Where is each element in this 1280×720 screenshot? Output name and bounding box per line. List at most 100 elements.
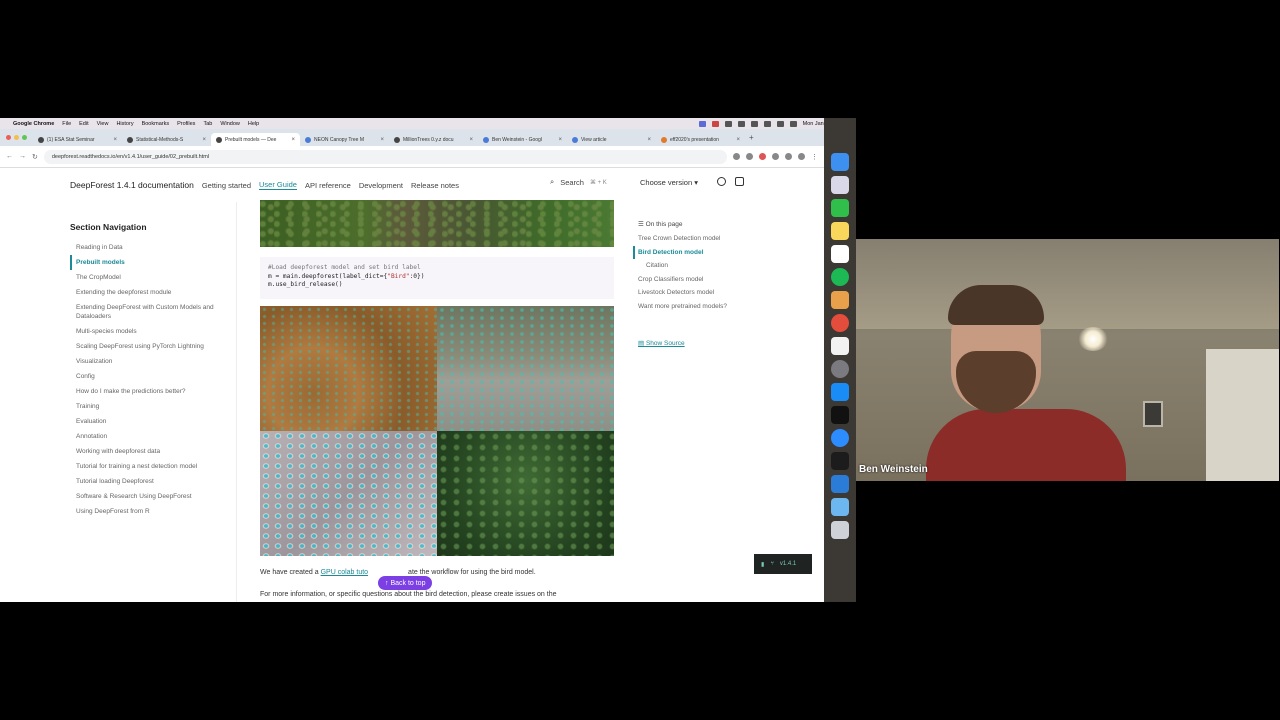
- toc-item[interactable]: Citation: [638, 259, 798, 273]
- browser-tab[interactable]: (1) ESA Stat Seminar ×: [33, 133, 122, 146]
- close-tab-icon[interactable]: ×: [647, 137, 651, 143]
- extension-icon[interactable]: [772, 153, 779, 160]
- menu-history[interactable]: History: [116, 121, 133, 127]
- volume-icon[interactable]: [750, 120, 758, 127]
- back-to-top-button[interactable]: ↑ Back to top: [378, 576, 433, 590]
- minimize-window-icon[interactable]: [14, 135, 19, 140]
- theme-toggle-icon[interactable]: [717, 177, 726, 186]
- photos-icon[interactable]: [831, 291, 849, 309]
- calendar-icon[interactable]: [831, 245, 849, 263]
- menubar-app-name[interactable]: Google Chrome: [13, 121, 54, 127]
- browser-tab[interactable]: NEON Canopy Tree M ×: [300, 133, 389, 146]
- forward-arrow-icon[interactable]: →: [19, 153, 26, 160]
- browser-tab[interactable]: eff2020's presentation ×: [656, 133, 745, 146]
- spotify-icon[interactable]: [831, 268, 849, 286]
- github-desktop-icon[interactable]: [831, 406, 849, 424]
- menu-window[interactable]: Window: [220, 121, 240, 127]
- sidebar-item[interactable]: Scaling DeepForest using PyTorch Lightni…: [70, 339, 230, 354]
- system-settings-icon[interactable]: [831, 360, 849, 378]
- vscode-icon[interactable]: [831, 475, 849, 493]
- toc-item[interactable]: Want more pretrained models?: [638, 300, 798, 314]
- menu-tab[interactable]: Tab: [203, 121, 212, 127]
- reload-icon[interactable]: ↻: [32, 153, 38, 161]
- close-tab-icon[interactable]: ×: [380, 137, 384, 143]
- close-tab-icon[interactable]: ×: [469, 137, 473, 143]
- extension-icon[interactable]: [759, 153, 766, 160]
- github-link-icon[interactable]: [735, 177, 744, 186]
- close-window-icon[interactable]: [6, 135, 11, 140]
- menu-edit[interactable]: Edit: [79, 121, 88, 127]
- battery-icon[interactable]: [763, 120, 771, 127]
- reminders-icon[interactable]: [831, 337, 849, 355]
- launchpad-icon[interactable]: [831, 176, 849, 194]
- close-tab-icon[interactable]: ×: [202, 137, 206, 143]
- menu-profiles[interactable]: Profiles: [177, 121, 195, 127]
- browser-tab[interactable]: Ben Weinstein - Googl ×: [478, 133, 567, 146]
- toc-item-active[interactable]: Bird Detection model: [633, 245, 798, 259]
- zoom-icon[interactable]: [831, 429, 849, 447]
- sidebar-item[interactable]: Extending DeepForest with Custom Models …: [70, 300, 230, 324]
- folder-icon[interactable]: [831, 498, 849, 516]
- nav-api-reference[interactable]: API reference: [305, 181, 351, 190]
- menu-view[interactable]: View: [97, 121, 109, 127]
- show-source-link[interactable]: ▤ Show Source: [638, 339, 798, 347]
- url-field[interactable]: deepforest.readthedocs.io/en/v1.4.1/user…: [43, 149, 727, 164]
- back-arrow-icon[interactable]: ←: [6, 153, 13, 160]
- profile-avatar-icon[interactable]: [798, 153, 805, 160]
- sidebar-item[interactable]: Visualization: [70, 354, 230, 369]
- sidebar-item[interactable]: Multi-species models: [70, 324, 230, 339]
- search-button[interactable]: ⌕ Search ⌘ + K: [550, 177, 607, 187]
- nav-release-notes[interactable]: Release notes: [411, 181, 459, 190]
- close-tab-icon[interactable]: ×: [736, 137, 740, 143]
- menubar-extra-icon[interactable]: [737, 120, 745, 127]
- sidebar-item[interactable]: Reading in Data: [70, 240, 230, 255]
- sidebar-item[interactable]: Tutorial loading Deepforest: [70, 474, 230, 489]
- nav-development[interactable]: Development: [359, 181, 403, 190]
- docs-brand[interactable]: DeepForest 1.4.1 documentation: [70, 180, 194, 190]
- sidebar-item-active[interactable]: Prebuilt models: [70, 255, 230, 270]
- nav-user-guide[interactable]: User Guide: [259, 180, 297, 190]
- close-tab-icon[interactable]: ×: [291, 137, 295, 143]
- extensions-puzzle-icon[interactable]: [785, 153, 792, 160]
- toc-item[interactable]: Tree Crown Detection model: [638, 232, 798, 246]
- nav-getting-started[interactable]: Getting started: [202, 181, 251, 190]
- app-store-icon[interactable]: [831, 383, 849, 401]
- sidebar-item[interactable]: Evaluation: [70, 414, 230, 429]
- sidebar-item[interactable]: Extending the deepforest module: [70, 285, 230, 300]
- wifi-icon[interactable]: [776, 120, 784, 127]
- browser-tab[interactable]: Statistical-Methods-S ×: [122, 133, 211, 146]
- finder-icon[interactable]: [831, 153, 849, 171]
- version-badge[interactable]: ▮ ⑂ v1.4.1: [754, 554, 812, 574]
- new-tab-icon[interactable]: +: [749, 133, 754, 142]
- toc-item[interactable]: Livestock Detectors model: [638, 286, 798, 300]
- menu-file[interactable]: File: [62, 121, 71, 127]
- terminal-icon[interactable]: [831, 452, 849, 470]
- browser-tab[interactable]: View article ×: [567, 133, 656, 146]
- sidebar-item[interactable]: Config: [70, 369, 230, 384]
- browser-tab-active[interactable]: Prebuilt models — Dee ×: [211, 133, 300, 146]
- toc-item[interactable]: Crop Classifiers model: [638, 273, 798, 287]
- menu-help[interactable]: Help: [248, 121, 259, 127]
- record-status-icon[interactable]: [711, 120, 719, 127]
- sidebar-item[interactable]: Software & Research Using DeepForest: [70, 489, 230, 504]
- more-menu-icon[interactable]: ⋮: [811, 153, 818, 161]
- version-dropdown[interactable]: Choose version ▾: [640, 178, 698, 187]
- menubar-extra-icon[interactable]: [724, 120, 732, 127]
- facetime-icon[interactable]: [831, 199, 849, 217]
- colab-link[interactable]: GPU colab tuto: [321, 569, 368, 576]
- sidebar-item[interactable]: Annotation: [70, 429, 230, 444]
- trash-icon[interactable]: [831, 521, 849, 539]
- sidebar-item[interactable]: The CropModel: [70, 270, 230, 285]
- browser-tab[interactable]: MillionTrees 0.y.z docu ×: [389, 133, 478, 146]
- sidebar-item[interactable]: Working with deepforest data: [70, 444, 230, 459]
- zoom-status-icon[interactable]: [698, 120, 706, 127]
- control-center-icon[interactable]: [789, 120, 797, 127]
- zoom-icon[interactable]: [733, 153, 740, 160]
- maximize-window-icon[interactable]: [22, 135, 27, 140]
- sidebar-item[interactable]: Training: [70, 399, 230, 414]
- notes-icon[interactable]: [831, 222, 849, 240]
- close-tab-icon[interactable]: ×: [558, 137, 562, 143]
- close-tab-icon[interactable]: ×: [113, 137, 117, 143]
- sidebar-item[interactable]: Tutorial for training a nest detection m…: [70, 459, 230, 474]
- sidebar-item[interactable]: Using DeepForest from R: [70, 504, 230, 519]
